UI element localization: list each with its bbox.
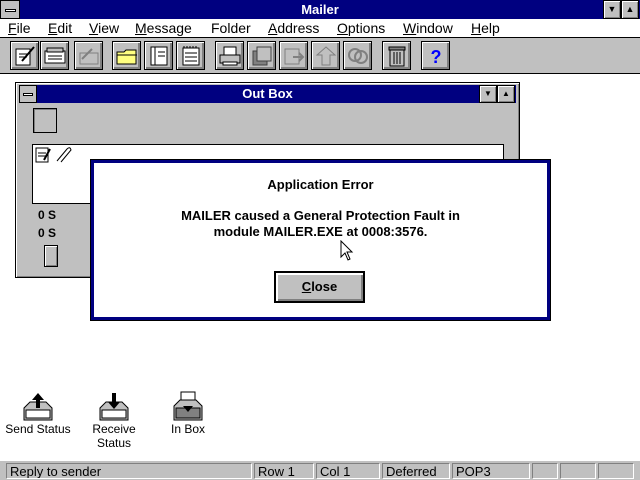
menu-view[interactable]: View — [89, 19, 119, 37]
status-cell-3 — [598, 463, 634, 479]
print-icon — [219, 46, 241, 66]
inbox-icon — [173, 391, 203, 421]
menu-options[interactable]: Options — [337, 19, 385, 37]
status-cell-2 — [560, 463, 596, 479]
send-status-icon — [23, 393, 53, 421]
outbox-system-menu[interactable] — [19, 85, 37, 103]
svg-text:?: ? — [431, 47, 442, 67]
forward-button[interactable] — [279, 41, 308, 70]
outbox-title: Out Box — [242, 86, 293, 101]
message-attachment-icon — [35, 147, 72, 163]
dialog-message-line1: MAILER caused a General Protection Fault… — [181, 208, 460, 223]
save-button[interactable] — [247, 41, 276, 70]
desktop-icon-send-status[interactable]: Send Status — [4, 390, 72, 436]
close-button[interactable]: Close — [275, 272, 364, 302]
maximize-button[interactable]: ▲ — [621, 0, 639, 19]
folder-button[interactable] — [112, 41, 141, 70]
outbox-title-bar[interactable]: Out Box — [19, 85, 516, 103]
menu-edit[interactable]: Edit — [48, 19, 72, 37]
help-button[interactable]: ? — [421, 41, 450, 70]
dialog-title: Application Error — [267, 177, 374, 192]
status-message: Reply to sender — [6, 463, 252, 479]
reply-button[interactable] — [74, 41, 103, 70]
folder-icon — [116, 49, 137, 65]
reply-icon — [79, 48, 99, 65]
outbox-maximize-button[interactable]: ▲ — [497, 85, 515, 103]
menu-message[interactable]: Message — [135, 19, 192, 37]
save-icon — [252, 46, 272, 66]
read-button[interactable] — [40, 41, 69, 70]
send-status-label: Send Status — [5, 422, 71, 436]
help-icon: ? — [431, 47, 442, 67]
notepad-button[interactable] — [176, 41, 205, 70]
status-bar: Reply to sender Row 1 Col 1 Deferred POP… — [0, 460, 640, 480]
print-button[interactable] — [215, 41, 244, 70]
dialog-message-line2: module MAILER.EXE at 0008:3576. — [213, 224, 428, 239]
menu-address[interactable]: Address — [268, 19, 319, 37]
app-title-bar[interactable]: Mailer — [0, 0, 640, 19]
minimize-button[interactable]: ▼ — [603, 0, 621, 19]
menu-help[interactable]: Help — [471, 19, 500, 37]
trash-button[interactable] — [382, 41, 411, 70]
notepad-icon — [182, 46, 200, 66]
status-mode: Deferred — [382, 463, 450, 479]
move-button[interactable] — [311, 41, 340, 70]
desktop-icon-inbox[interactable]: In Box — [160, 390, 216, 436]
outbox-minimize-button[interactable]: ▼ — [479, 85, 497, 103]
copy-button[interactable] — [343, 41, 372, 70]
dialog-message: MAILER caused a General Protection Fault… — [91, 208, 550, 240]
status-row: Row 1 — [254, 463, 314, 479]
receive-status-icon — [99, 393, 129, 421]
app-title: Mailer — [301, 2, 339, 17]
inbox-label: In Box — [170, 422, 206, 436]
outbox-status-1: 0 S — [38, 208, 57, 222]
read-icon — [44, 47, 66, 64]
system-menu-button[interactable] — [0, 0, 20, 19]
notebook-icon — [150, 46, 168, 66]
menu-window[interactable]: Window — [403, 19, 453, 37]
mouse-cursor-icon — [340, 240, 354, 261]
copy-icon — [348, 48, 368, 64]
outbox-status-2: 0 S — [38, 226, 57, 240]
move-icon — [315, 46, 337, 66]
desktop-icon-receive-status[interactable]: Receive Status — [74, 390, 154, 450]
compose-button[interactable] — [10, 41, 39, 70]
menu-file[interactable]: File — [8, 19, 31, 37]
menu-bar: File Edit View Message Folder Address Op… — [0, 19, 640, 38]
status-column: Col 1 — [316, 463, 380, 479]
outbox-field[interactable] — [33, 108, 57, 133]
receive-status-label: Receive Status — [92, 422, 136, 450]
trash-icon — [388, 46, 406, 67]
notebook-button[interactable] — [144, 41, 173, 70]
outbox-button[interactable] — [44, 245, 58, 267]
menu-folder[interactable]: Folder — [211, 19, 251, 37]
status-cell-1 — [532, 463, 558, 479]
forward-icon — [284, 48, 305, 65]
compose-icon — [15, 46, 35, 66]
toolbar: ? — [0, 38, 640, 74]
status-protocol: POP3 — [452, 463, 530, 479]
